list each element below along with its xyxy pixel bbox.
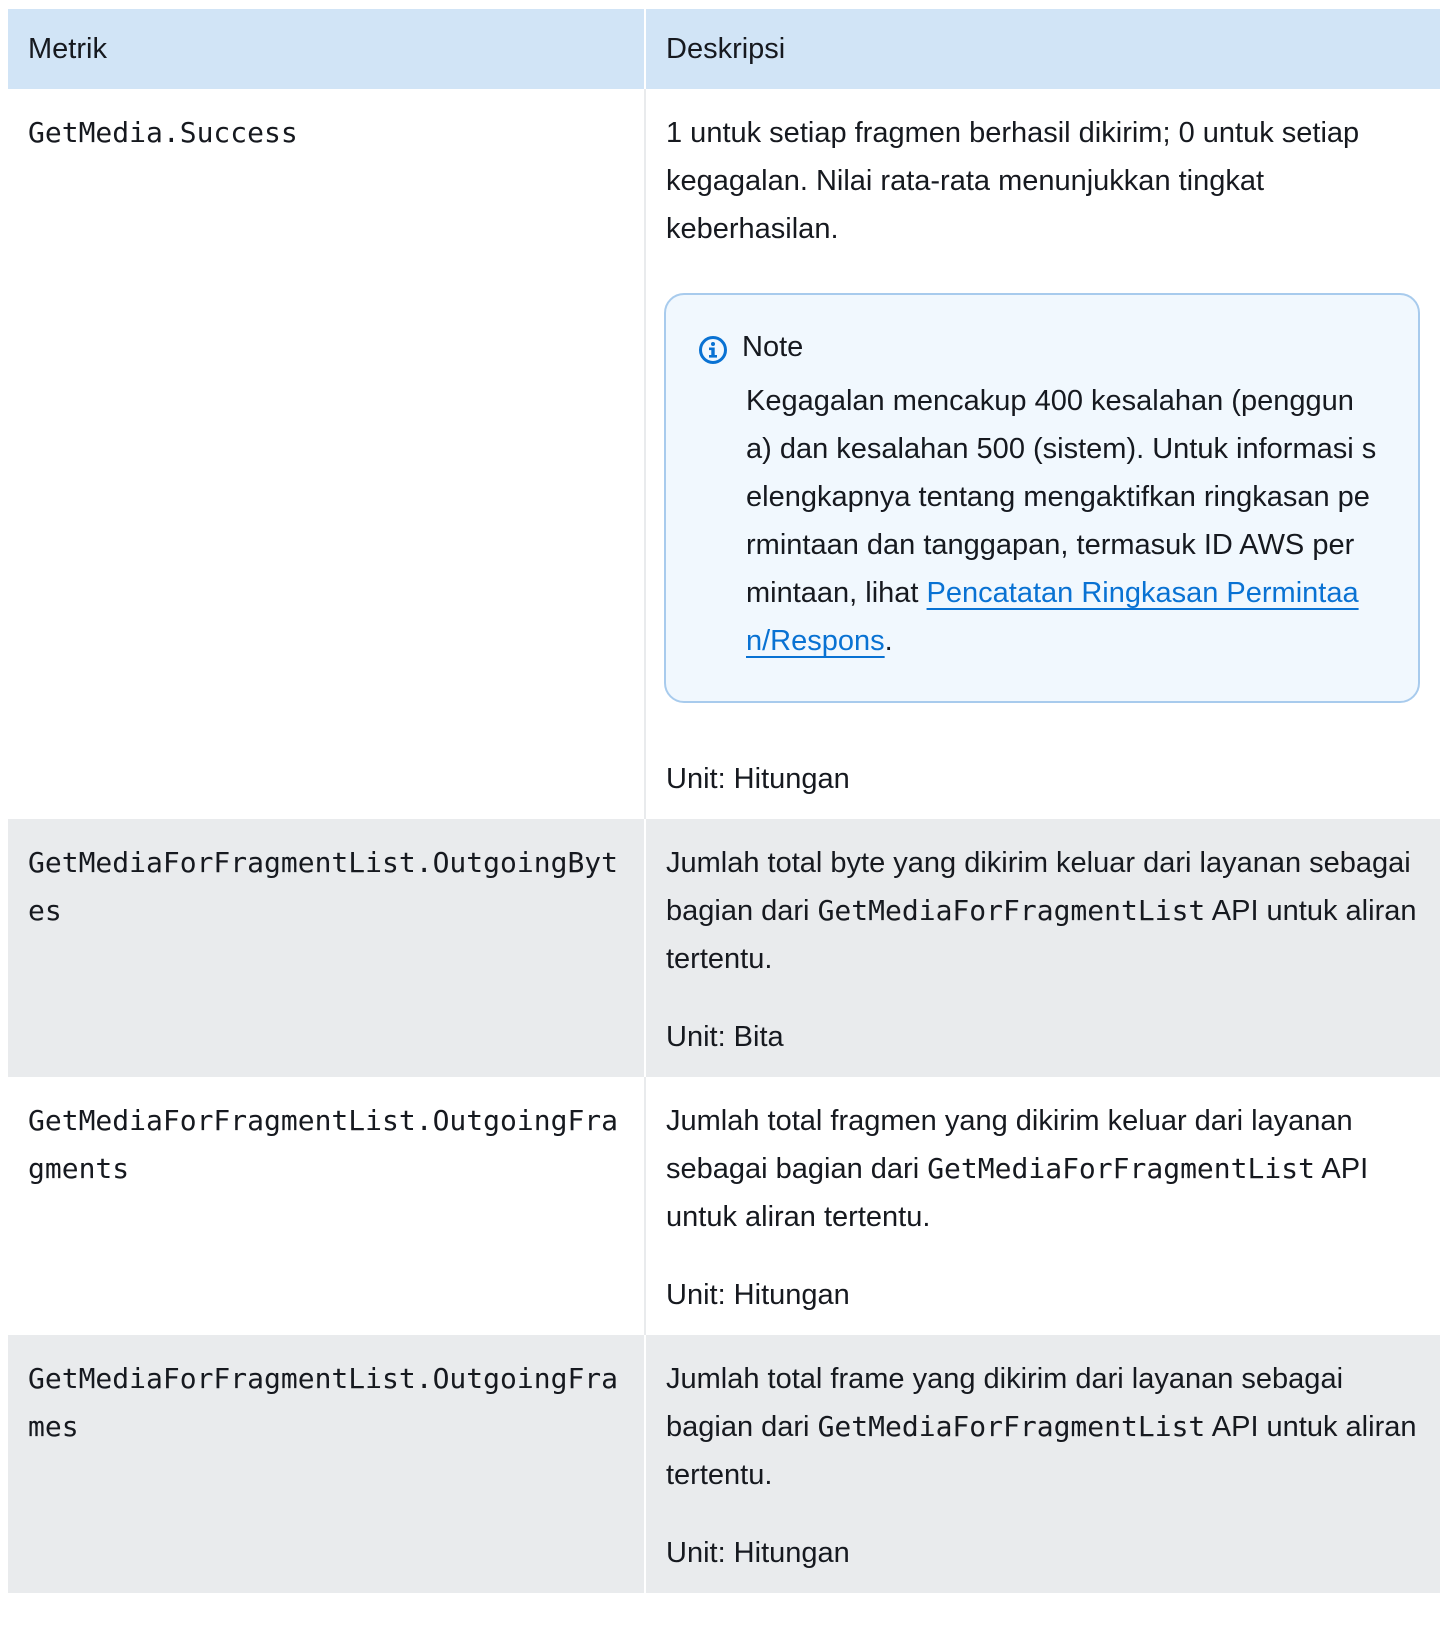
metric-description: Jumlah total byte yang dikirim keluar da…: [666, 839, 1420, 983]
metric-name: GetMediaForFragmentList.OutgoingFragment…: [8, 1077, 646, 1335]
metric-description: Jumlah total fragmen yang dikirim keluar…: [666, 1097, 1420, 1241]
metric-unit: Unit: Hitungan: [666, 763, 850, 795]
api-name-code: GetMediaForFragmentList: [927, 1152, 1315, 1185]
metric-description-cell: 1 untuk setiap fragmen berhasil dikirim;…: [645, 89, 1440, 819]
note-text: Kegagalan mencakup 400 kesalahan (penggu…: [746, 385, 1377, 609]
metric-unit: Unit: Hitungan: [666, 1537, 850, 1569]
table-row: GetMediaForFragmentList.OutgoingBytes Ju…: [8, 819, 1440, 1077]
metric-description-cell: Jumlah total byte yang dikirim keluar da…: [645, 819, 1440, 1077]
table-row: GetMediaForFragmentList.OutgoingFragment…: [8, 1077, 1440, 1335]
table-row: GetMediaForFragmentList.OutgoingFrames J…: [8, 1335, 1440, 1593]
info-circle-icon: [698, 332, 728, 364]
note-end: .: [884, 625, 893, 657]
metric-description-cell: Jumlah total frame yang dikirim dari lay…: [645, 1335, 1440, 1593]
note-header: Note: [698, 325, 1378, 369]
metric-unit: Unit: Hitungan: [666, 1279, 850, 1311]
metric-description: Jumlah total frame yang dikirim dari lay…: [666, 1355, 1420, 1499]
note-title: Note: [742, 331, 804, 363]
metric-name: GetMediaForFragmentList.OutgoingBytes: [8, 819, 646, 1077]
metrics-table: Metrik Deskripsi GetMedia.Success 1 untu…: [8, 9, 1440, 1593]
table-header-row: Metrik Deskripsi: [8, 9, 1440, 89]
column-header-description: Deskripsi: [645, 9, 1440, 89]
column-header-metric: Metrik: [8, 9, 646, 89]
metric-unit: Unit: Bita: [666, 1021, 784, 1053]
note-body: Kegagalan mencakup 400 kesalahan (penggu…: [746, 377, 1378, 665]
table-row: GetMedia.Success 1 untuk setiap fragmen …: [8, 89, 1440, 819]
api-name-code: GetMediaForFragmentList: [817, 894, 1206, 927]
metric-description: 1 untuk setiap fragmen berhasil dikirim;…: [666, 117, 1360, 245]
note-box: Note Kegagalan mencakup 400 kesalahan (p…: [664, 293, 1420, 703]
metric-description-cell: Jumlah total fragmen yang dikirim keluar…: [645, 1077, 1440, 1335]
api-name-code: GetMediaForFragmentList: [817, 1410, 1206, 1443]
metric-name: GetMedia.Success: [8, 89, 646, 819]
metric-name: GetMediaForFragmentList.OutgoingFrames: [8, 1335, 646, 1593]
